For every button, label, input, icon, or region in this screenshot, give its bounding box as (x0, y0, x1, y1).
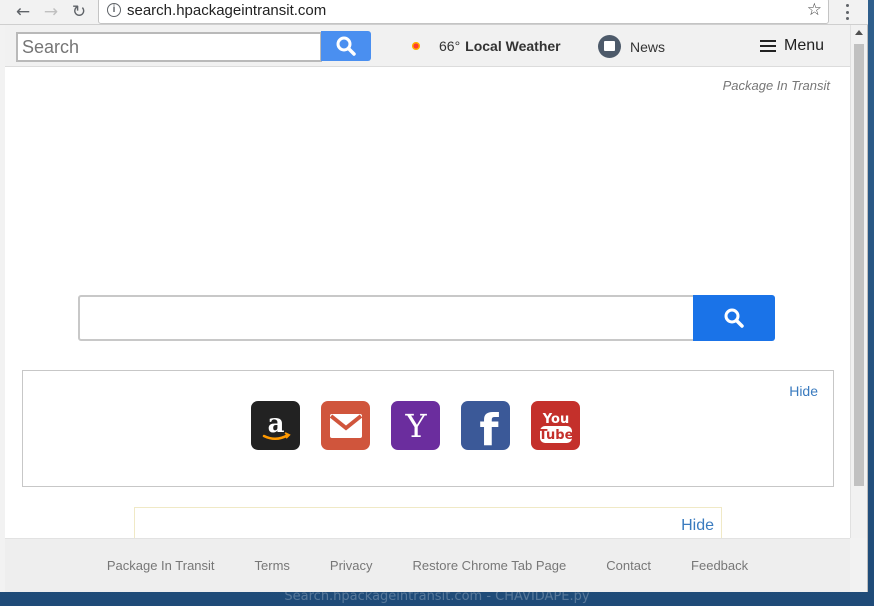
search-icon (336, 36, 356, 56)
amazon-icon[interactable]: a (251, 401, 300, 450)
scroll-up-arrow-icon[interactable] (855, 30, 863, 35)
browser-window: ← → ↻ i search.hpackageintransit.com ☆ 6… (0, 0, 868, 592)
address-url: search.hpackageintransit.com (127, 2, 327, 19)
menu-label: Menu (784, 37, 825, 54)
weather-temp: 66° (439, 38, 461, 54)
info-icon[interactable]: i (107, 3, 121, 17)
weather-label: Local Weather (465, 38, 561, 54)
footer: Package In Transit Terms Privacy Restore… (5, 538, 850, 592)
yahoo-icon[interactable]: Y (391, 401, 440, 450)
svg-text:Y: Y (404, 408, 427, 444)
footer-link-terms[interactable]: Terms (255, 558, 290, 573)
quick-links-box: Hide a Y f You Tube (22, 370, 834, 487)
chrome-menu-button[interactable] (840, 2, 854, 22)
main-search-input[interactable] (78, 295, 695, 341)
scroll-thumb[interactable] (854, 44, 864, 486)
news-link[interactable]: News (598, 35, 665, 58)
star-icon[interactable]: ☆ (807, 0, 822, 20)
youtube-icon[interactable]: You Tube (531, 401, 580, 450)
footer-link-contact[interactable]: Contact (606, 558, 651, 573)
back-button[interactable]: ← (12, 1, 34, 23)
footer-link-feedback[interactable]: Feedback (691, 558, 748, 573)
forward-button[interactable]: → (40, 1, 62, 23)
newspaper-icon (598, 35, 621, 58)
hamburger-icon (760, 40, 776, 52)
hide-link-2[interactable]: Hide (681, 517, 714, 535)
svg-text:a: a (267, 409, 284, 439)
news-label: News (630, 38, 666, 55)
top-search-button[interactable] (321, 31, 371, 61)
footer-link-package-in-transit[interactable]: Package In Transit (107, 558, 215, 573)
footer-link-privacy[interactable]: Privacy (330, 558, 373, 573)
footer-link-restore-tab[interactable]: Restore Chrome Tab Page (413, 558, 567, 573)
scrollbar[interactable] (850, 25, 867, 538)
address-bar[interactable]: i search.hpackageintransit.com ☆ (98, 0, 829, 24)
browser-toolbar: ← → ↻ i search.hpackageintransit.com ☆ (0, 0, 868, 25)
top-search-input[interactable] (16, 32, 322, 62)
svg-text:Tube: Tube (538, 428, 573, 443)
sun-icon (411, 41, 421, 51)
search-icon (724, 308, 744, 328)
reload-button[interactable]: ↻ (68, 1, 90, 23)
page-viewport: 66° Local Weather News Menu Package In T… (5, 25, 850, 592)
facebook-icon[interactable]: f (461, 401, 510, 450)
top-bar: 66° Local Weather News Menu (5, 25, 850, 67)
menu-button[interactable]: Menu (760, 37, 824, 55)
local-weather-link[interactable]: 66° Local Weather (411, 38, 561, 54)
hide-link[interactable]: Hide (789, 383, 818, 399)
svg-text:f: f (479, 406, 499, 446)
gmail-icon[interactable] (321, 401, 370, 450)
main-search-button[interactable] (693, 295, 775, 341)
brand-label: Package In Transit (722, 78, 830, 93)
svg-text:You: You (541, 412, 568, 427)
quick-links: a Y f You Tube (251, 401, 580, 450)
